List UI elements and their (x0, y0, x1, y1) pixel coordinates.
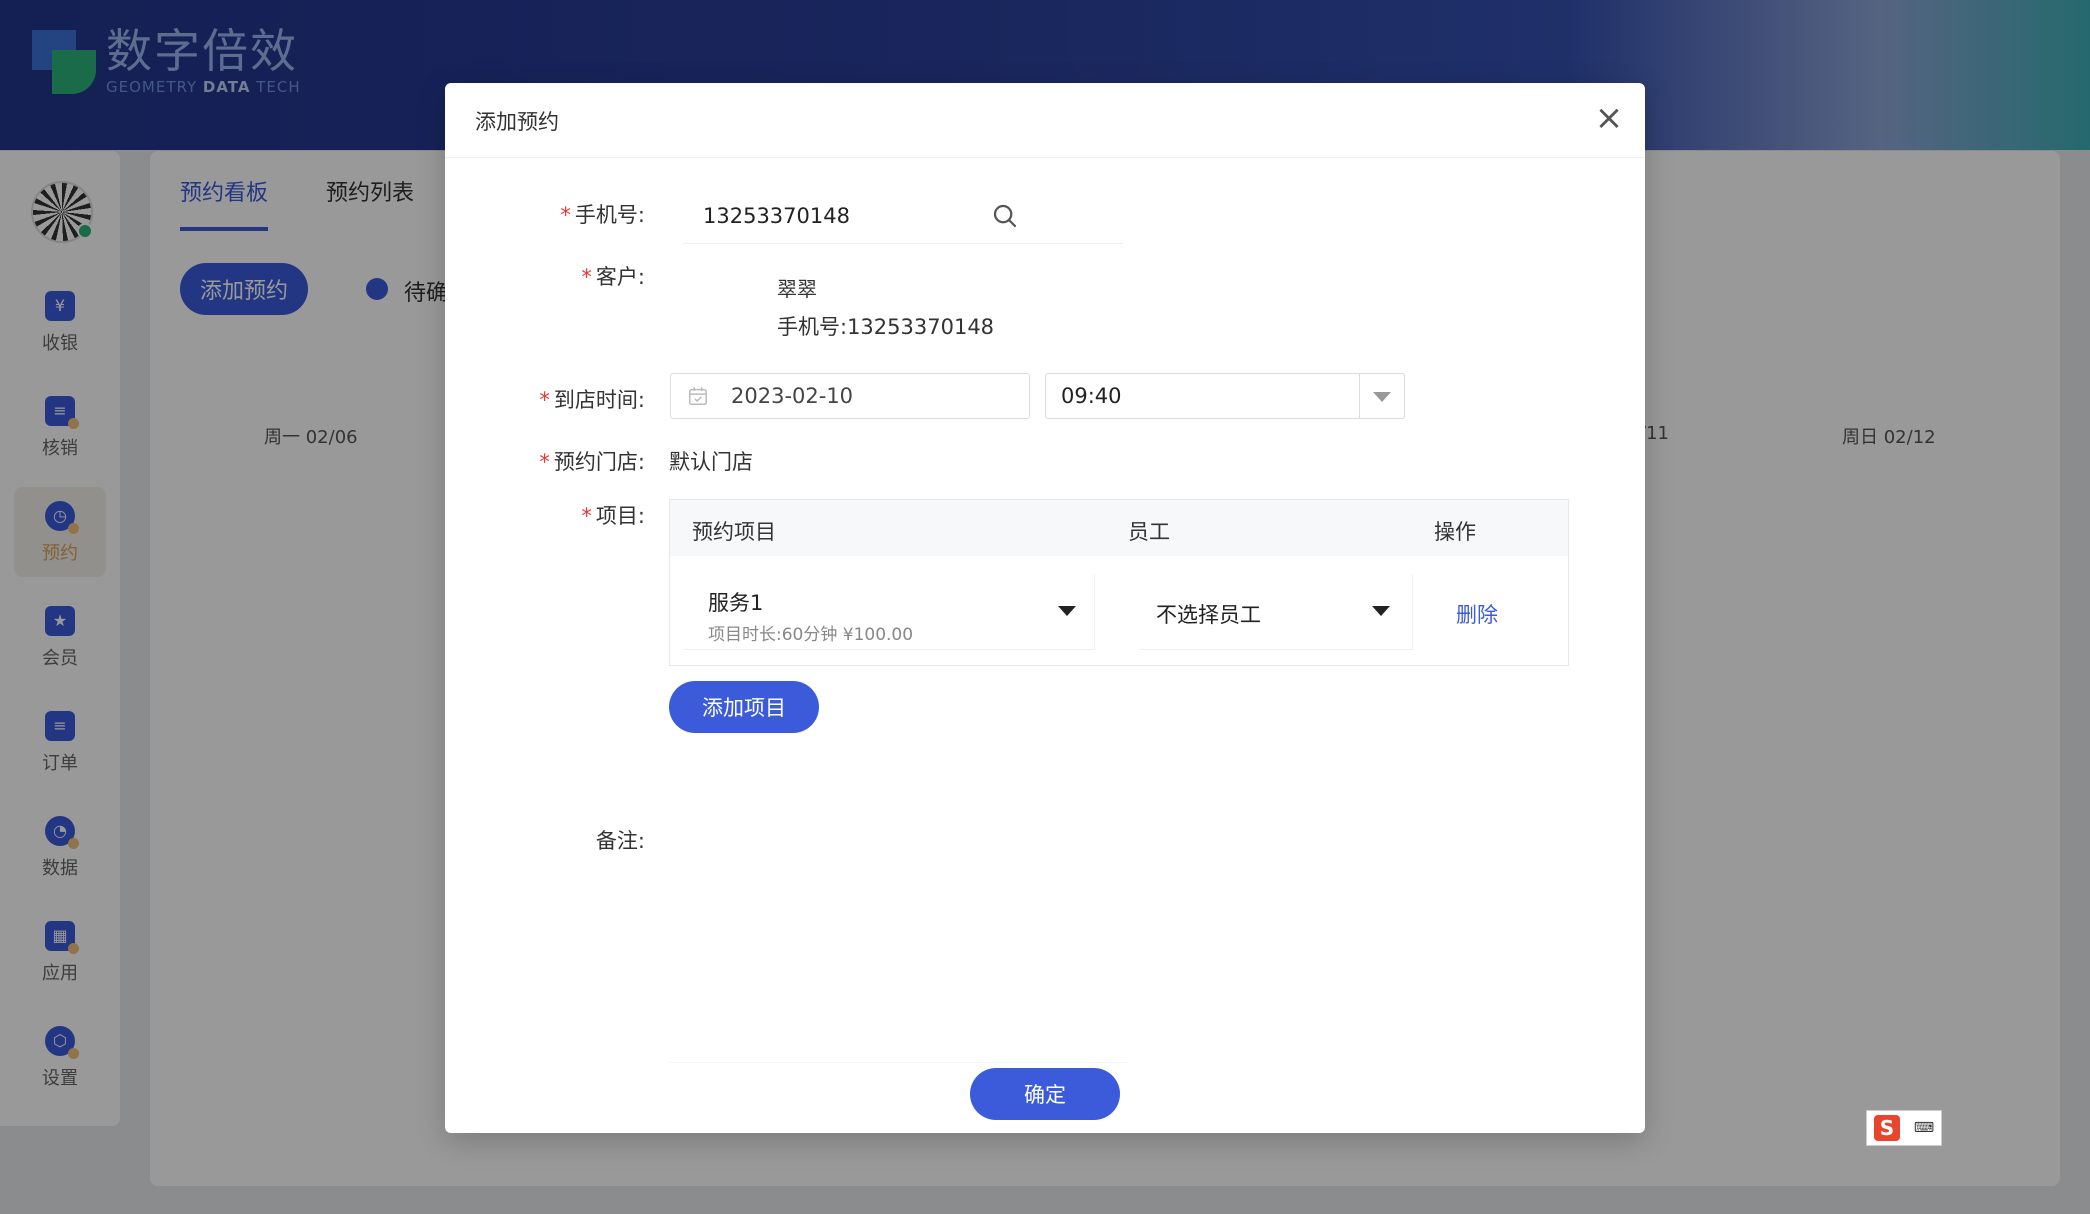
customer-label: * 客户: (581, 265, 645, 289)
close-icon[interactable]: × (1593, 101, 1625, 135)
project-label: * 项目: (581, 504, 645, 528)
search-icon[interactable] (990, 201, 1020, 231)
calendar-icon (689, 387, 707, 405)
service-name: 服务1 (708, 591, 764, 615)
service-select[interactable]: 服务1 项目时长:60分钟 ¥100.00 (684, 575, 1095, 650)
staff-select[interactable]: 不选择员工 (1140, 575, 1413, 650)
remark-label: 备注: (595, 829, 645, 853)
delete-project-link[interactable]: 删除 (1456, 599, 1498, 629)
customer-name: 翠翠 (777, 277, 817, 301)
project-table-header: 预约项目 员工 操作 (670, 500, 1568, 556)
store-label: * 预约门店: (539, 450, 645, 474)
date-picker[interactable]: 2023-02-10 (670, 373, 1030, 419)
confirm-button[interactable]: 确定 (970, 1068, 1120, 1120)
staff-value: 不选择员工 (1156, 603, 1261, 627)
project-table: 预约项目 员工 操作 服务1 项目时长:60分钟 ¥100.00 不选择员工 删… (669, 499, 1569, 666)
time-value: 09:40 (1061, 384, 1122, 408)
column-service: 预约项目 (692, 520, 776, 544)
column-staff: 员工 (1128, 520, 1170, 544)
time-dropdown-toggle[interactable] (1359, 374, 1404, 418)
dialog-header: 添加预约 × (445, 83, 1645, 158)
customer-phone: 手机号:13253370148 (777, 315, 995, 339)
date-value: 2023-02-10 (731, 384, 854, 408)
arrival-time-label: * 到店时间: (539, 388, 645, 412)
chevron-down-icon (1372, 606, 1390, 616)
add-appointment-dialog: 添加预约 × *手机号: *客户: 翠翠 手机号:13253370148 *到店… (445, 83, 1645, 1133)
dialog-title: 添加预约 (475, 110, 559, 134)
phone-label: * 手机号: (560, 203, 645, 227)
add-project-button[interactable]: 添加项目 (669, 681, 819, 733)
column-action: 操作 (1434, 520, 1476, 544)
service-meta: 项目时长:60分钟 ¥100.00 (708, 625, 914, 645)
phone-input[interactable] (683, 188, 1123, 244)
keyboard-icon: ⌨ (1913, 1120, 1935, 1136)
chevron-down-icon (1058, 606, 1076, 616)
time-select[interactable]: 09:40 (1045, 373, 1405, 419)
ime-toolbar[interactable]: S ⌨ (1866, 1110, 1942, 1146)
store-value: 默认门店 (669, 450, 753, 474)
remark-textarea[interactable] (669, 843, 1128, 1063)
sogou-logo-icon: S (1873, 1115, 1900, 1141)
chevron-down-icon (1373, 392, 1391, 402)
